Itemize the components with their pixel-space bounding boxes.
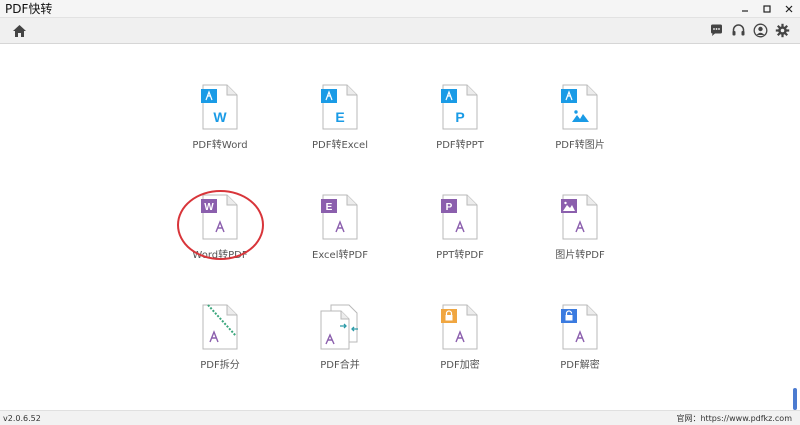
tool-label: 图片转PDF [555,250,605,261]
tool-pdf-to-ppt[interactable]: P PDF转PPT [410,84,510,154]
tool-grid: W PDF转Word E PDF转Excel P PDF转PPT PDF转图片 … [0,44,800,410]
tool-image-to-pdf[interactable]: 图片转PDF [530,194,630,264]
tool-label: PDF解密 [560,360,600,371]
tool-pdf-decrypt[interactable]: PDF解密 [530,304,630,374]
tool-pdf-to-word[interactable]: W PDF转Word [170,84,270,154]
svg-text:E: E [335,109,344,125]
tool-label: PDF转PPT [436,140,484,151]
tool-pdf-to-image[interactable]: PDF转图片 [530,84,630,154]
toolbar [0,18,800,44]
svg-text:P: P [455,109,464,125]
status-bar: v2.0.6.52 官网：https://www.pdfkz.com [0,410,800,425]
pdf-merge-icon [320,304,358,350]
pdf-to-ppt-icon: P [441,84,478,130]
tool-pdf-merge[interactable]: PDF合并 [290,304,390,374]
tool-label: PDF转Word [192,140,248,151]
user-icon[interactable] [752,23,768,39]
excel-to-pdf-icon: E [321,194,358,240]
tool-excel-to-pdf[interactable]: E Excel转PDF [290,194,390,264]
app-title: PDF快转 [5,2,53,16]
maximize-icon[interactable] [756,0,778,18]
tool-pdf-encrypt[interactable]: PDF加密 [410,304,510,374]
pdf-decrypt-icon [561,304,598,350]
pdf-encrypt-icon [441,304,478,350]
pdf-to-image-icon [561,84,598,130]
word-to-pdf-icon: W [201,194,238,240]
tool-label: Word转PDF [192,250,248,261]
gear-icon[interactable] [774,23,790,39]
close-icon[interactable] [778,0,800,18]
tool-pdf-to-excel[interactable]: E PDF转Excel [290,84,390,154]
pdf-split-icon [202,304,238,350]
headset-icon[interactable] [730,23,746,39]
tool-ppt-to-pdf[interactable]: P PPT转PDF [410,194,510,264]
svg-text:W: W [213,109,227,125]
image-to-pdf-icon [561,194,598,240]
tool-label: PDF转图片 [555,140,605,151]
tool-label: PPT转PDF [436,250,484,261]
svg-text:E: E [326,202,333,213]
tool-label: PDF合并 [320,360,360,371]
scrollbar-handle[interactable] [793,388,797,410]
tool-label: PDF转Excel [312,140,368,151]
minimize-icon[interactable] [734,0,756,18]
toolbar-right-icons [708,23,790,39]
ppt-to-pdf-icon: P [441,194,478,240]
tool-label: PDF拆分 [200,360,240,371]
svg-text:W: W [204,202,214,213]
tool-pdf-split[interactable]: PDF拆分 [170,304,270,374]
pdf-to-word-icon: W [201,84,238,130]
version-label: v2.0.6.52 [3,413,41,423]
title-bar: PDF快转 [0,0,800,18]
window-controls [734,0,800,17]
pdf-to-excel-icon: E [321,84,358,130]
website-link[interactable]: 官网：https://www.pdfkz.com [676,413,800,424]
home-icon[interactable] [11,23,27,39]
chat-icon[interactable] [708,23,724,39]
tool-label: Excel转PDF [312,250,368,261]
svg-text:P: P [446,202,453,213]
tool-word-to-pdf[interactable]: W Word转PDF [170,194,270,264]
tool-label: PDF加密 [440,360,480,371]
